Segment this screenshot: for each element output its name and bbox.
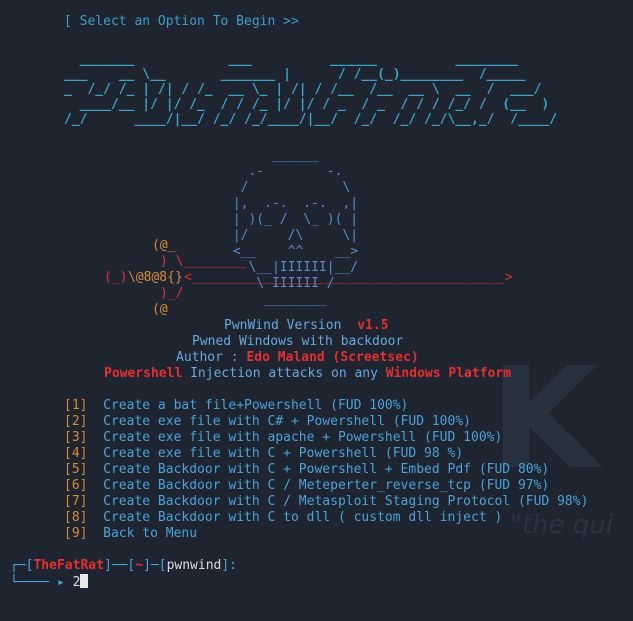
banner-line-1: _______ ___ ______ ________ — [64, 52, 518, 67]
menu-number: [2] — [64, 414, 88, 429]
menu-item-7[interactable]: [7] Create Backdoor with C / Metasploit … — [64, 494, 588, 510]
menu-label: Create Backdoor with C to dll ( custom d… — [103, 510, 503, 525]
skull-line-1: ______ — [225, 148, 319, 163]
select-option-prompt: [ Select an Option To Begin >> — [64, 14, 299, 29]
skull-line-2: .- -. — [225, 164, 343, 179]
prompt-directory: pwnwind — [166, 558, 222, 573]
input-line[interactable]: └──── ▸ 2 — [10, 574, 89, 591]
version-line: PwnWind Version v1.5 — [224, 318, 389, 334]
menu-item-6[interactable]: [6] Create Backdoor with C / Meteperter_… — [64, 478, 549, 494]
prompt-arrow-icon: └──── ▸ — [10, 575, 65, 590]
menu-number: [3] — [64, 430, 88, 445]
menu-item-8[interactable]: [8] Create Backdoor with C to dll ( cust… — [64, 510, 502, 526]
app-title: PwnWind Version — [224, 318, 342, 333]
shell-prompt: ┌─[TheFatRat]──[~]─[pwnwind]: — [10, 558, 237, 574]
command-input[interactable]: 2 — [73, 575, 81, 590]
menu-number: [1] — [64, 398, 88, 413]
prompt-tilde: ~ — [135, 558, 144, 573]
bone-top-left: (@_ — [152, 238, 176, 253]
menu-number: [4] — [64, 446, 88, 461]
bone-bottom-left: (@ — [152, 302, 168, 317]
menu-label: Create Backdoor with C / Meteperter_reve… — [103, 478, 550, 493]
bone-low: )_/ — [160, 286, 184, 301]
banner-line-2: ___ __ \__ _______ | / /__(_)________ /_… — [64, 67, 526, 82]
skull-line-4: |, .-. .-. ,| — [225, 196, 359, 211]
menu-label: Create exe file with C + Powershell (FUD… — [103, 446, 464, 461]
banner-line-4: ____/__ |/ |/ /_ / / /_ |/ |/ / _ / _ / … — [64, 97, 550, 112]
menu-label: Create Backdoor with C / Metasploit Stag… — [103, 494, 589, 509]
menu-item-9[interactable]: [9] Back to Menu — [64, 526, 197, 542]
skull-line-10: ________ — [225, 292, 327, 307]
banner-line-5: /_/ ____/|__/ /_/ /_/____/|__/ /_/ /_/ /… — [64, 112, 558, 127]
menu-item-4[interactable]: [4] Create exe file with C + Powershell … — [64, 446, 463, 462]
prompt-prefix: ┌─[ — [10, 558, 34, 573]
menu-item-3[interactable]: [3] Create exe file with apache + Powers… — [64, 430, 502, 446]
author-line: Author : Edo Maland (Screetsec) — [176, 350, 419, 366]
description-line: Powershell Injection attacks on any Wind… — [104, 366, 511, 382]
menu-label: Create Backdoor with C + Powershell + Em… — [103, 462, 550, 477]
skull-line-3: / \ — [225, 180, 351, 195]
powershell-label: Powershell — [104, 366, 183, 381]
bone-bar: <_______________________________________… — [184, 270, 513, 285]
version-number: v1.5 — [357, 318, 389, 333]
subtitle: Pwned Windows with backdoor — [192, 334, 404, 349]
author-label: Author : — [176, 350, 239, 365]
menu-item-5[interactable]: [5] Create Backdoor with C + Powershell … — [64, 462, 549, 478]
menu-label: Back to Menu — [103, 526, 198, 541]
banner-line-3: _ /_/ /_ | /| / /_ __ \_ | /| / /__ /__ … — [64, 82, 542, 97]
description-text: Injection attacks on any — [190, 366, 378, 381]
prompt-separator: ]──[ — [103, 558, 136, 573]
windows-platform-label: Windows Platform — [385, 366, 512, 381]
skull-line-5: | )(_ / \_ )( | — [225, 212, 359, 227]
bone-left-joint: (_) — [104, 270, 128, 285]
skull-line-6: |/ /\ \| — [225, 228, 359, 243]
prompt-separator-2: ]─[ — [143, 558, 167, 573]
menu-number: [5] — [64, 462, 88, 477]
bone-top-row: ) \________ — [160, 254, 247, 269]
bone-middle: \@8@8{} — [128, 270, 183, 285]
menu-number: [6] — [64, 478, 88, 493]
prompt-suffix: ]: — [221, 558, 238, 573]
pwnwind-banner: _______ ___ ______ ________ ___ __ \__ _… — [64, 52, 557, 127]
menu-item-2[interactable]: [2] Create exe file with C# + Powershell… — [64, 414, 471, 430]
author-name: Edo Maland (Screetsec) — [246, 350, 419, 365]
prompt-app-name: TheFatRat — [33, 558, 104, 573]
menu-number: [8] — [64, 510, 88, 525]
menu-item-1[interactable]: [1] Create a bat file+Powershell (FUD 10… — [64, 398, 408, 414]
menu-number: [7] — [64, 494, 88, 509]
menu-number: [9] — [64, 526, 88, 541]
watermark-text: "the qui — [510, 510, 614, 540]
menu-label: Create exe file with C# + Powershell (FU… — [103, 414, 471, 429]
text-cursor — [80, 574, 89, 588]
menu-label: Create a bat file+Powershell (FUD 100%) — [103, 398, 409, 413]
menu-label: Create exe file with apache + Powershell… — [103, 430, 503, 445]
